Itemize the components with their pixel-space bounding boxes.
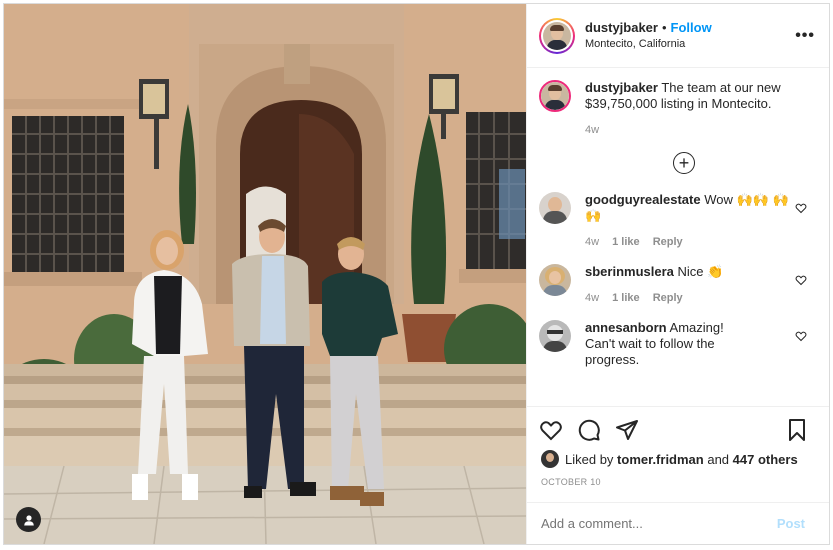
share-icon[interactable] bbox=[615, 418, 639, 442]
comment-likes[interactable]: 1 like bbox=[612, 236, 640, 248]
person-icon bbox=[23, 514, 34, 525]
reply-button[interactable]: Reply bbox=[653, 292, 683, 304]
separator-dot: • bbox=[661, 19, 667, 35]
post-side-panel: dustyjbaker • Follow Montecito, California… bbox=[526, 4, 829, 544]
author-username[interactable]: dustyjbaker bbox=[585, 20, 658, 35]
more-options-icon[interactable]: ••• bbox=[795, 27, 815, 45]
liked-by-mid: and bbox=[703, 451, 733, 467]
commenter-avatar[interactable] bbox=[539, 264, 571, 296]
commenter-avatar[interactable] bbox=[539, 320, 571, 352]
comment-username[interactable]: annesanborn bbox=[585, 320, 667, 335]
comment-row: goodguyrealestate Wow 🙌🙌 🙌🙌 4w 1 like Re… bbox=[539, 192, 829, 250]
comment-age: 4w bbox=[585, 292, 600, 304]
comment-row: sberinmuslera Nice 👏 4w 1 like Reply bbox=[539, 264, 829, 306]
comment-username[interactable]: sberinmuslera bbox=[585, 264, 674, 279]
tagged-users-button[interactable] bbox=[16, 507, 41, 532]
comment-age: 4w bbox=[585, 236, 600, 248]
bookmark-icon[interactable] bbox=[785, 418, 809, 442]
load-more-comments: + bbox=[539, 152, 829, 174]
comment-username[interactable]: goodguyrealestate bbox=[585, 192, 701, 207]
post-location[interactable]: Montecito, California bbox=[585, 36, 795, 52]
author-avatar[interactable] bbox=[539, 17, 575, 54]
liked-by-others[interactable]: 447 others bbox=[733, 452, 798, 467]
photo-scene bbox=[4, 4, 526, 544]
post-dialog: dustyjbaker • Follow Montecito, California… bbox=[3, 3, 830, 545]
liked-by-user[interactable]: tomer.fridman bbox=[617, 452, 704, 467]
comments-list[interactable]: dustyjbaker The team at our new $39,750,… bbox=[527, 68, 829, 406]
add-comment-bar: Post bbox=[527, 502, 829, 544]
caption-avatar[interactable] bbox=[539, 80, 571, 112]
caption-age: 4w bbox=[585, 124, 600, 136]
comment-input[interactable] bbox=[541, 516, 777, 531]
heart-icon[interactable] bbox=[795, 274, 807, 286]
caption-username[interactable]: dustyjbaker bbox=[585, 80, 658, 95]
liked-by-prefix: Liked by bbox=[565, 451, 618, 467]
heart-icon[interactable] bbox=[539, 418, 563, 442]
commenter-avatar[interactable] bbox=[539, 192, 571, 224]
liker-avatar[interactable] bbox=[541, 450, 559, 468]
post-date[interactable]: OCTOBER 10 bbox=[527, 468, 829, 487]
heart-icon[interactable] bbox=[795, 330, 807, 342]
caption: dustyjbaker The team at our new $39,750,… bbox=[539, 80, 829, 138]
comment-row: annesanborn Amazing! Can't wait to follo… bbox=[539, 320, 829, 368]
comment-likes[interactable]: 1 like bbox=[612, 292, 640, 304]
plus-circle-icon[interactable]: + bbox=[673, 152, 695, 174]
heart-icon[interactable] bbox=[795, 202, 807, 214]
comment-text: Nice 👏 bbox=[673, 264, 724, 279]
follow-button[interactable]: Follow bbox=[671, 20, 712, 35]
post-header: dustyjbaker • Follow Montecito, California… bbox=[527, 4, 829, 68]
post-comment-button[interactable]: Post bbox=[777, 516, 805, 531]
liked-by: Liked by tomer.fridman and 447 others bbox=[527, 444, 829, 468]
reply-button[interactable]: Reply bbox=[653, 236, 683, 248]
comment-icon[interactable] bbox=[577, 418, 601, 442]
post-photo[interactable] bbox=[4, 4, 526, 544]
action-bar bbox=[527, 406, 829, 444]
